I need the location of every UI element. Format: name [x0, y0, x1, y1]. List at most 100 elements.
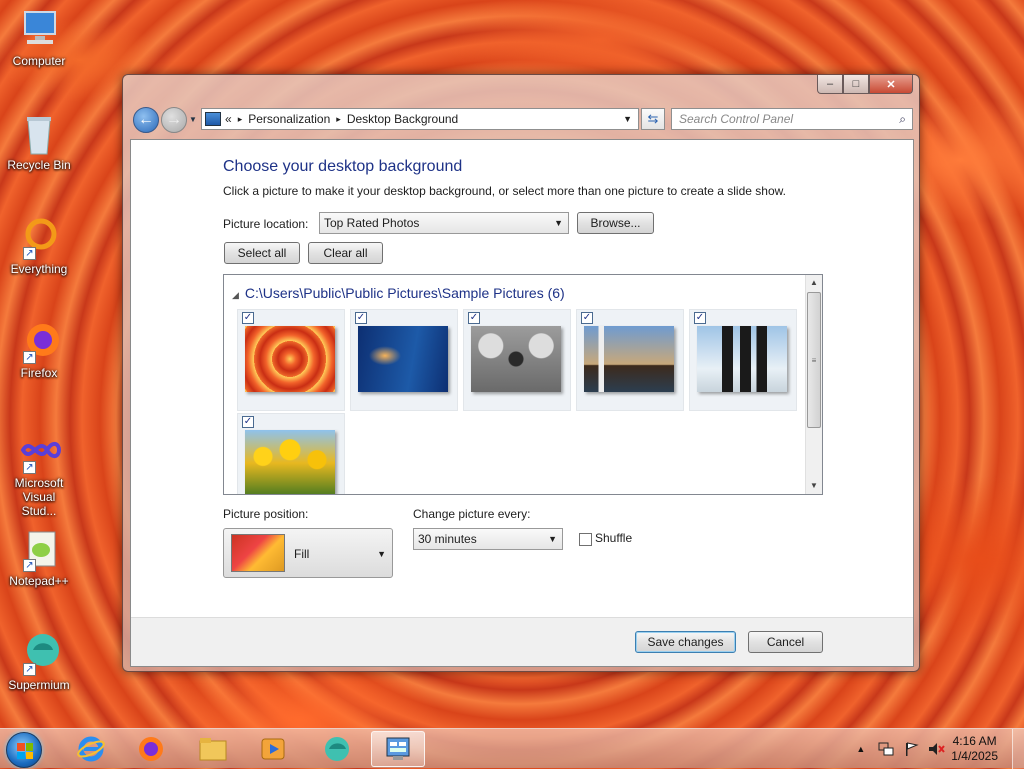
- desktop-icon-computer[interactable]: Computer: [4, 8, 74, 68]
- page-title: Choose your desktop background: [223, 158, 463, 175]
- position-preview-thumbnail: [231, 534, 285, 572]
- action-center-flag-icon[interactable]: [903, 741, 919, 757]
- clear-all-button[interactable]: Clear all: [308, 242, 383, 264]
- breadcrumb-separator-icon[interactable]: ▸: [336, 114, 341, 125]
- clock-date: 1/4/2025: [951, 749, 998, 763]
- folder-group-header[interactable]: ◢ C:\Users\Public\Public Pictures\Sample …: [232, 285, 565, 301]
- picture-checkbox[interactable]: ✓: [694, 312, 706, 324]
- scrollbar-thumb[interactable]: ≡: [807, 292, 821, 428]
- jellyfish-thumbnail: [358, 326, 448, 392]
- browse-button[interactable]: Browse...: [577, 212, 654, 234]
- breadcrumb-desktop-background[interactable]: Desktop Background: [347, 112, 458, 126]
- picture-checkbox[interactable]: ✓: [581, 312, 593, 324]
- forward-button[interactable]: →: [161, 107, 187, 133]
- desktop-icon-firefox[interactable]: ↗ Firefox: [4, 320, 74, 380]
- change-picture-interval-select[interactable]: 30 minutes ▼: [413, 528, 563, 550]
- picture-location-label: Picture location:: [223, 217, 309, 231]
- taskbar-firefox[interactable]: [124, 731, 178, 767]
- media-player-icon: [261, 738, 285, 760]
- picture-tile[interactable]: ✓: [237, 309, 345, 411]
- back-button[interactable]: ←: [133, 107, 159, 133]
- picture-location-select[interactable]: Top Rated Photos ▼: [319, 212, 569, 234]
- show-hidden-icons-icon[interactable]: ▲: [856, 744, 865, 754]
- folder-path: C:\Users\Public\Public Pictures\Sample P…: [244, 285, 565, 301]
- taskbar-control-panel[interactable]: [371, 731, 425, 767]
- taskbar-media-player[interactable]: [246, 731, 300, 767]
- picture-location-value: Top Rated Photos: [324, 216, 420, 230]
- chevron-down-icon: ▼: [548, 534, 557, 544]
- desktop-icon-notepad-plus-plus[interactable]: ↗ Notepad++: [4, 528, 74, 588]
- scroll-up-icon[interactable]: ▲: [806, 275, 822, 291]
- clock[interactable]: 4:16 AM 1/4/2025: [951, 734, 998, 764]
- picture-tile[interactable]: ✓: [463, 309, 571, 411]
- desktop-icon-label: Everything: [10, 262, 68, 276]
- address-bar[interactable]: « ▸ Personalization ▸ Desktop Background…: [201, 108, 639, 130]
- shortcut-arrow-icon: ↗: [23, 247, 36, 260]
- picture-tile[interactable]: ✓: [689, 309, 797, 411]
- desktop-icon-label: Recycle Bin: [7, 158, 71, 172]
- dialog-footer: Save changes Cancel: [131, 618, 913, 666]
- shortcut-arrow-icon: ↗: [23, 663, 36, 676]
- taskbar-file-explorer[interactable]: [186, 731, 240, 767]
- picture-gallery: ◢ C:\Users\Public\Public Pictures\Sample …: [223, 274, 823, 495]
- shuffle-label[interactable]: Shuffle: [595, 531, 632, 545]
- close-button[interactable]: ✕: [869, 75, 913, 94]
- penguins-thumbnail: [697, 326, 787, 392]
- notepad-plus-plus-icon: ↗: [17, 528, 61, 572]
- firefox-icon: ↗: [17, 320, 61, 364]
- picture-checkbox[interactable]: ✓: [242, 312, 254, 324]
- cancel-button[interactable]: Cancel: [748, 631, 823, 653]
- shuffle-checkbox[interactable]: [579, 533, 592, 546]
- desktop-icon-label: Supermium: [8, 678, 70, 692]
- breadcrumb-separator-icon[interactable]: ▸: [238, 114, 243, 125]
- navigation-bar: ← → ▼ « ▸ Personalization ▸ Desktop Back…: [131, 103, 913, 133]
- start-button[interactable]: [6, 732, 42, 768]
- everything-icon: ↗: [17, 216, 61, 260]
- picture-checkbox[interactable]: ✓: [355, 312, 367, 324]
- gallery-scrollbar[interactable]: ▲ ≡ ▼: [805, 275, 822, 494]
- maximize-button[interactable]: □: [843, 75, 869, 94]
- shortcut-arrow-icon: ↗: [23, 559, 36, 572]
- shortcut-arrow-icon: ↗: [23, 351, 36, 364]
- taskbar-internet-explorer[interactable]: [64, 731, 118, 767]
- picture-checkbox[interactable]: ✓: [242, 416, 254, 428]
- search-icon[interactable]: ⌕: [899, 112, 906, 127]
- picture-tile[interactable]: ✓: [237, 413, 345, 494]
- picture-tile[interactable]: ✓: [350, 309, 458, 411]
- system-tray: ▲ 4:16 AM 1/4/2025: [856, 729, 1024, 769]
- search-input[interactable]: Search Control Panel ⌕: [671, 108, 913, 130]
- select-all-button[interactable]: Select all: [224, 242, 300, 264]
- lighthouse-thumbnail: [584, 326, 674, 392]
- desktop-icon-label: Microsoft Visual Stud...: [14, 476, 64, 518]
- firefox-icon: [139, 737, 163, 761]
- desktop-icon-visual-studio[interactable]: ↗ Microsoft Visual Stud...: [4, 430, 74, 518]
- save-changes-button[interactable]: Save changes: [635, 631, 736, 653]
- network-icon[interactable]: [877, 741, 895, 757]
- address-dropdown-icon[interactable]: ▼: [623, 114, 632, 124]
- change-picture-value: 30 minutes: [418, 532, 477, 546]
- minimize-button[interactable]: –: [817, 75, 843, 94]
- volume-muted-icon[interactable]: [927, 741, 946, 757]
- breadcrumb-overflow[interactable]: «: [225, 112, 232, 126]
- desktop-icon-supermium[interactable]: ↗ Supermium: [4, 632, 74, 692]
- picture-position-select[interactable]: Fill ▼: [223, 528, 393, 578]
- picture-tile[interactable]: ✓: [576, 309, 684, 411]
- picture-checkbox[interactable]: ✓: [468, 312, 480, 324]
- content-area: Choose your desktop background Click a p…: [130, 139, 914, 667]
- desktop-icon-recycle-bin[interactable]: Recycle Bin: [4, 112, 74, 172]
- chrysanthemum-thumbnail: [245, 326, 335, 392]
- breadcrumb-personalization[interactable]: Personalization: [248, 112, 330, 126]
- clock-time: 4:16 AM: [952, 734, 997, 748]
- recent-pages-dropdown-icon[interactable]: ▼: [189, 115, 197, 124]
- shortcut-arrow-icon: ↗: [23, 461, 36, 474]
- picture-position-label: Picture position:: [223, 507, 309, 521]
- search-placeholder: Search Control Panel: [679, 112, 794, 126]
- taskbar-supermium[interactable]: [310, 731, 364, 767]
- desktop-icon-everything[interactable]: ↗ Everything: [4, 216, 74, 276]
- scroll-down-icon[interactable]: ▼: [806, 478, 822, 494]
- recycle-bin-icon: [17, 112, 61, 156]
- refresh-button[interactable]: ⇆: [641, 108, 665, 130]
- collapse-group-icon[interactable]: ◢: [232, 290, 239, 300]
- show-desktop-button[interactable]: [1012, 729, 1024, 769]
- desktop-icon-label: Firefox: [20, 366, 58, 380]
